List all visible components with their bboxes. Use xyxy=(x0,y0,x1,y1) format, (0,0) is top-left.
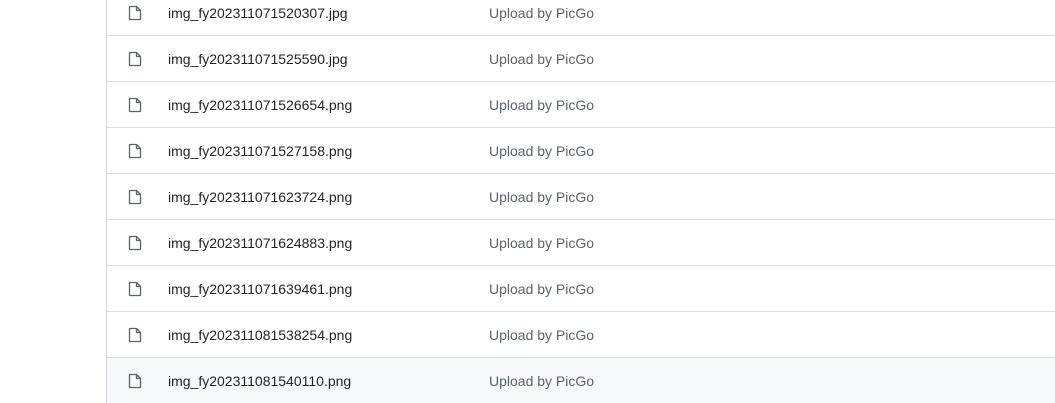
file-icon xyxy=(128,373,142,388)
file-browser-page: img_fy202311071520307.jpg Upload by PicG… xyxy=(0,0,1055,403)
file-icon xyxy=(128,189,142,204)
file-icon xyxy=(128,235,142,250)
file-name-link[interactable]: img_fy202311071639461.png xyxy=(168,266,352,311)
file-icon xyxy=(128,327,142,342)
file-icon xyxy=(128,281,142,296)
file-row[interactable]: img_fy202311081540110.png Upload by PicG… xyxy=(107,358,1055,403)
commit-message-link[interactable]: Upload by PicGo xyxy=(489,0,594,35)
file-name-link[interactable]: img_fy202311071624883.png xyxy=(168,220,352,265)
commit-message-link[interactable]: Upload by PicGo xyxy=(489,128,594,173)
file-row[interactable]: img_fy202311071525590.jpg Upload by PicG… xyxy=(107,36,1055,82)
file-icon xyxy=(128,5,142,20)
commit-message-link[interactable]: Upload by PicGo xyxy=(489,358,594,403)
file-row[interactable]: img_fy202311071623724.png Upload by PicG… xyxy=(107,174,1055,220)
file-name-link[interactable]: img_fy202311081540110.png xyxy=(168,358,351,403)
file-row[interactable]: img_fy202311071520307.jpg Upload by PicG… xyxy=(107,0,1055,36)
file-row[interactable]: img_fy202311081538254.png Upload by PicG… xyxy=(107,312,1055,358)
file-row[interactable]: img_fy202311071527158.png Upload by PicG… xyxy=(107,128,1055,174)
commit-message-link[interactable]: Upload by PicGo xyxy=(489,174,594,219)
file-name-link[interactable]: img_fy202311071623724.png xyxy=(168,174,352,219)
file-icon xyxy=(128,143,142,158)
file-name-link[interactable]: img_fy202311081538254.png xyxy=(168,312,352,357)
file-icon xyxy=(128,51,142,66)
file-name-link[interactable]: img_fy202311071520307.jpg xyxy=(168,0,348,35)
file-row[interactable]: img_fy202311071624883.png Upload by PicG… xyxy=(107,220,1055,266)
commit-message-link[interactable]: Upload by PicGo xyxy=(489,220,594,265)
file-name-link[interactable]: img_fy202311071526654.png xyxy=(168,82,352,127)
file-row[interactable]: img_fy202311071639461.png Upload by PicG… xyxy=(107,266,1055,312)
file-row[interactable]: img_fy202311071526654.png Upload by PicG… xyxy=(107,82,1055,128)
commit-message-link[interactable]: Upload by PicGo xyxy=(489,266,594,311)
file-name-link[interactable]: img_fy202311071525590.jpg xyxy=(168,36,348,81)
file-name-link[interactable]: img_fy202311071527158.png xyxy=(168,128,352,173)
commit-message-link[interactable]: Upload by PicGo xyxy=(489,312,594,357)
file-list: img_fy202311071520307.jpg Upload by PicG… xyxy=(106,0,1055,403)
commit-message-link[interactable]: Upload by PicGo xyxy=(489,82,594,127)
file-icon xyxy=(128,97,142,112)
commit-message-link[interactable]: Upload by PicGo xyxy=(489,36,594,81)
